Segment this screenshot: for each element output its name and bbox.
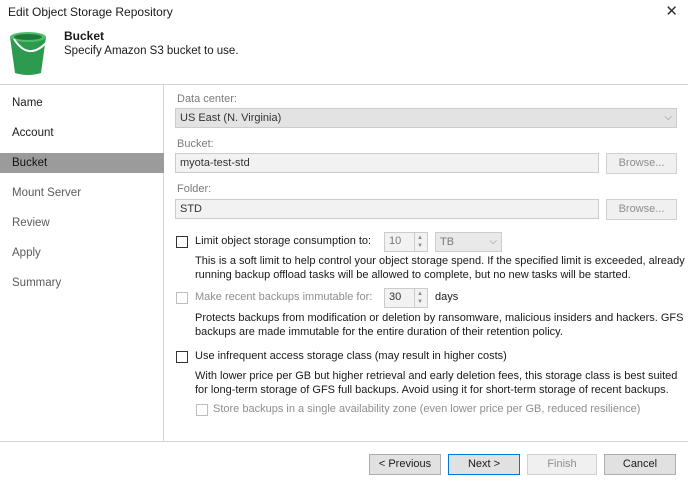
stepper-arrows[interactable]: ▲ ▼ <box>414 233 427 251</box>
arrow-up-icon[interactable]: ▲ <box>417 235 423 241</box>
immutable-description: Protects backups from modification or de… <box>195 312 684 338</box>
data-center-select[interactable]: US East (N. Virginia) ⌵ <box>175 108 677 128</box>
limit-value: 10 <box>389 235 402 247</box>
sidebar-item-summary: Summary <box>12 277 62 289</box>
infrequent-access-label: Use infrequent access storage class (may… <box>195 350 507 362</box>
title-bar: Edit Object Storage Repository ✕ <box>0 0 688 24</box>
next-button[interactable]: Next > <box>448 454 520 475</box>
folder-label: Folder: <box>177 183 212 195</box>
limit-consumption-label: Limit object storage consumption to: <box>195 235 372 247</box>
arrow-down-icon[interactable]: ▼ <box>417 243 423 249</box>
immutable-label: Make recent backups immutable for: <box>195 291 373 303</box>
bucket-field[interactable]: myota-test-std <box>175 153 599 173</box>
previous-button[interactable]: < Previous <box>369 454 441 475</box>
limit-value-stepper[interactable]: 10 ▲ ▼ <box>384 232 428 252</box>
bucket-label: Bucket: <box>177 138 214 150</box>
infrequent-access-checkbox[interactable] <box>176 351 188 363</box>
stepper-arrows[interactable]: ▲ ▼ <box>414 289 427 307</box>
limit-unit-value: TB <box>440 236 455 248</box>
page-title: Bucket <box>64 29 105 43</box>
folder-browse-button[interactable]: Browse... <box>606 199 677 220</box>
arrow-down-icon[interactable]: ▼ <box>417 299 423 305</box>
sidebar-item-bucket[interactable]: Bucket <box>0 153 164 173</box>
wizard-footer: < Previous Next > Finish Cancel <box>0 442 688 483</box>
limit-description: This is a soft limit to help control you… <box>195 255 685 281</box>
cancel-button[interactable]: Cancel <box>604 454 676 475</box>
finish-button: Finish <box>527 454 597 475</box>
wizard-steps-sidebar: Name Account Bucket Mount Server Review … <box>0 85 164 441</box>
single-zone-checkbox <box>196 404 208 416</box>
sidebar-item-name[interactable]: Name <box>0 93 164 113</box>
sidebar-item-account[interactable]: Account <box>0 123 164 143</box>
bucket-settings-panel: Data center: US East (N. Virginia) ⌵ Buc… <box>165 85 688 441</box>
limit-unit-select[interactable]: TB ⌵ <box>435 232 502 252</box>
sidebar-item-mount-server: Mount Server <box>12 187 82 199</box>
bucket-icon <box>10 32 47 75</box>
limit-consumption-checkbox[interactable] <box>176 236 188 248</box>
folder-field[interactable]: STD <box>175 199 599 219</box>
page-subtitle: Specify Amazon S3 bucket to use. <box>64 45 239 57</box>
data-center-label: Data center: <box>177 93 237 105</box>
window-title: Edit Object Storage Repository <box>8 5 173 19</box>
sidebar-item-apply: Apply <box>12 247 41 259</box>
chevron-down-icon: ⌵ <box>664 112 672 123</box>
data-center-value: US East (N. Virginia) <box>180 112 282 124</box>
wizard-header: Bucket Specify Amazon S3 bucket to use. <box>0 24 688 84</box>
single-zone-label: Store backups in a single availability z… <box>213 403 641 415</box>
immutable-days-value: 30 <box>389 291 402 303</box>
close-icon[interactable]: ✕ <box>665 2 678 20</box>
immutable-days-stepper[interactable]: 30 ▲ ▼ <box>384 288 428 308</box>
infrequent-access-description: With lower price per GB but higher retri… <box>195 370 678 396</box>
immutable-checkbox <box>176 292 188 304</box>
immutable-unit: days <box>435 291 459 303</box>
bucket-browse-button[interactable]: Browse... <box>606 153 677 174</box>
chevron-down-icon: ⌵ <box>489 236 497 247</box>
arrow-up-icon[interactable]: ▲ <box>417 291 423 297</box>
sidebar-item-review: Review <box>12 217 50 229</box>
